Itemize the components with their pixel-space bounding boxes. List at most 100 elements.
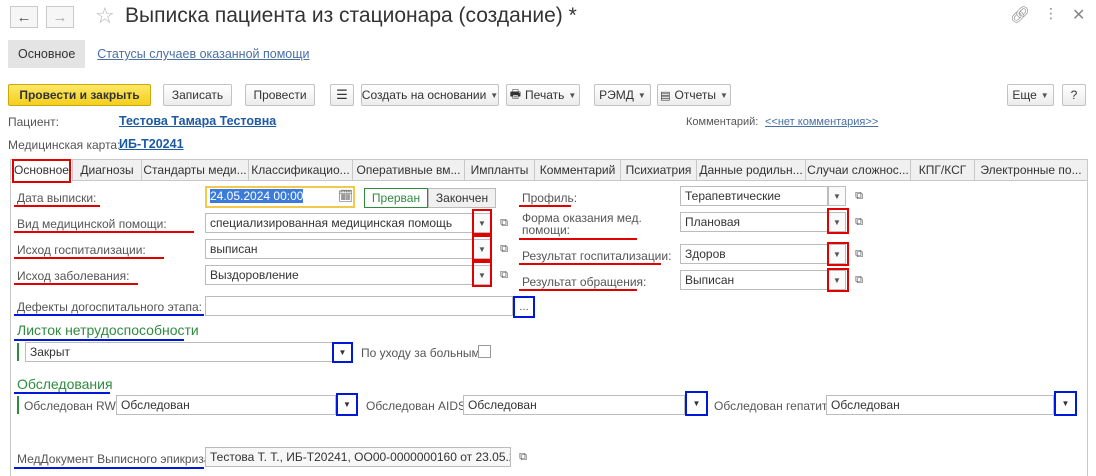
sick-leave-bar xyxy=(17,343,19,361)
profile-open[interactable]: ⧉ xyxy=(849,186,869,206)
aids-dropdown[interactable]: ▼ xyxy=(685,391,708,416)
rw-field[interactable]: Обследован xyxy=(116,395,336,415)
disease-outcome-field[interactable]: Выздоровление xyxy=(205,265,473,285)
tab-comment[interactable]: Комментарий xyxy=(534,159,620,181)
open-window-icon: ⧉ xyxy=(855,273,863,286)
list-icon: ☰ xyxy=(336,87,348,102)
back-button[interactable]: ← xyxy=(10,6,38,28)
tab-maternity[interactable]: Данные родильн... xyxy=(696,159,805,181)
save-label: Записать xyxy=(171,88,224,102)
tab-complex-cases[interactable]: Случаи сложнос... xyxy=(805,159,910,181)
section-main[interactable]: Основное xyxy=(8,40,86,68)
hosp-result-dropdown-highlight xyxy=(827,242,849,266)
tab-psychiatry[interactable]: Психиатрия xyxy=(620,159,696,181)
more-label: Еще xyxy=(1012,88,1037,102)
tab-kpg-ksg[interactable]: КПГ/КСГ xyxy=(910,159,974,181)
post-and-close-button[interactable]: Провести и закрыть xyxy=(8,84,151,106)
hepatitis-field[interactable]: Обследован xyxy=(826,395,1054,415)
profile-field[interactable]: Терапевтические xyxy=(680,186,828,206)
hosp-result-underline xyxy=(519,263,661,265)
open-window-icon: ⧉ xyxy=(855,247,863,260)
care-form-label: Форма оказания мед. помощи: xyxy=(522,212,642,236)
care-for-patient-checkbox[interactable] xyxy=(478,345,491,358)
rw-dropdown[interactable]: ▼ xyxy=(336,393,358,416)
forward-button[interactable]: → xyxy=(46,6,74,28)
section-statuses-link[interactable]: Статусы случаев оказанной помощи xyxy=(97,47,309,61)
comment-link[interactable]: <<нет комментария>> xyxy=(765,116,878,128)
finished-label: Закончен xyxy=(435,191,489,205)
profile-dropdown[interactable]: ▼ xyxy=(828,186,846,206)
post-button[interactable]: Провести xyxy=(245,84,315,106)
care-form-field[interactable]: Плановая xyxy=(680,212,828,232)
interrupted-button[interactable]: Прерван xyxy=(364,188,428,208)
reports-button[interactable]: ▤ Отчеты ▼ xyxy=(657,84,731,106)
list-button[interactable]: ☰ xyxy=(330,84,354,106)
help-label: ? xyxy=(1070,88,1078,102)
finished-button[interactable]: Закончен xyxy=(428,188,496,208)
section-bar: Основное Статусы случаев оказанной помощ… xyxy=(8,39,310,69)
meddoc-field[interactable]: Тестова Т. Т., ИБ-Т20241, ОО00-000000016… xyxy=(205,447,511,467)
calendar-icon[interactable]: 🗓︎ xyxy=(338,189,353,203)
more-icon[interactable]: ⋮ xyxy=(1044,5,1058,22)
appeal-result-field[interactable]: Выписан xyxy=(680,270,828,290)
disease-outcome-label: Исход заболевания: xyxy=(17,269,130,283)
meddoc-open[interactable]: ⧉ xyxy=(513,447,533,467)
discharge-date-field[interactable]: 24.05.2024 00:00 xyxy=(205,186,355,208)
link-icon[interactable]: 🔗︎ xyxy=(1010,5,1030,25)
hosp-outcome-field[interactable]: выписан xyxy=(205,239,473,259)
discharge-date-value: 24.05.2024 00:00 xyxy=(210,189,304,203)
print-button[interactable]: 🖶︎ Печать ▼ xyxy=(506,84,580,106)
med-card-label: Медицинская карта: xyxy=(8,138,121,152)
caret-down-icon: ▼ xyxy=(637,90,646,100)
sick-leave-dropdown[interactable]: ▼ xyxy=(332,342,353,363)
tab-diagnoses[interactable]: Диагнозы xyxy=(72,159,141,181)
hosp-outcome-label: Исход госпитализации: xyxy=(17,243,146,257)
appeal-result-open[interactable]: ⧉ xyxy=(849,270,869,290)
hepatitis-dropdown[interactable]: ▼ xyxy=(1054,391,1077,416)
caret-down-icon: ▼ xyxy=(338,348,347,357)
sick-leave-field[interactable]: Закрыт xyxy=(25,342,333,362)
report-icon: ▤ xyxy=(660,89,671,102)
hosp-result-label: Результат госпитализации: xyxy=(522,249,672,263)
caret-down-icon: ▼ xyxy=(719,90,728,100)
create-based-button[interactable]: Создать на основании ▼ xyxy=(361,84,499,106)
star-icon[interactable]: ☆ xyxy=(95,3,115,29)
disease-outcome-open[interactable]: ⧉ xyxy=(494,265,514,285)
patient-label: Пациент: xyxy=(8,115,60,129)
hosp-result-field[interactable]: Здоров xyxy=(680,244,828,264)
open-window-icon: ⧉ xyxy=(500,242,508,255)
hepatitis-label: Обследован гепатит: xyxy=(714,399,831,413)
print-label: Печать xyxy=(525,88,565,102)
create-based-label: Создать на основании xyxy=(361,88,487,102)
open-window-icon: ⧉ xyxy=(500,268,508,281)
meddoc-label: МедДокумент Выписного эпикриза: xyxy=(17,452,214,466)
care-type-label: Вид медицинской помощи: xyxy=(17,217,167,231)
med-card-link[interactable]: ИБ-Т20241 xyxy=(119,137,184,151)
examinations-title: Обследования xyxy=(17,376,113,392)
appeal-result-label: Результат обращения: xyxy=(522,275,647,289)
patient-link[interactable]: Тестова Тамара Тестовна xyxy=(119,114,276,128)
tab-classification[interactable]: Классификацио... xyxy=(248,159,352,181)
prehosp-defects-label: Дефекты догоспитального этапа: xyxy=(17,300,202,314)
prehosp-defects-select-button[interactable]: … xyxy=(513,296,535,318)
help-button[interactable]: ? xyxy=(1062,84,1086,106)
close-icon[interactable]: ✕ xyxy=(1072,5,1085,25)
appeal-result-dropdown-highlight xyxy=(827,268,849,292)
discharge-date-underline xyxy=(14,205,100,207)
save-button[interactable]: Записать xyxy=(163,84,232,106)
care-type-field[interactable]: специализированная медицинская помощь xyxy=(205,213,473,233)
sick-leave-underline xyxy=(14,339,184,341)
hosp-outcome-open[interactable]: ⧉ xyxy=(494,239,514,259)
hosp-result-open[interactable]: ⧉ xyxy=(849,244,869,264)
aids-field[interactable]: Обследован xyxy=(463,395,685,415)
tab-electronic[interactable]: Электронные по... xyxy=(974,159,1088,181)
remd-button[interactable]: РЭМД ▼ xyxy=(594,84,651,106)
profile-label: Профиль: xyxy=(522,191,578,205)
prehosp-defects-field[interactable] xyxy=(205,296,513,316)
tab-implants[interactable]: Импланты xyxy=(464,159,534,181)
tab-standards[interactable]: Стандарты меди... xyxy=(141,159,248,181)
tab-operations[interactable]: Оперативные вм... xyxy=(352,159,464,181)
care-form-open[interactable]: ⧉ xyxy=(849,212,869,232)
care-type-open[interactable]: ⧉ xyxy=(494,213,514,233)
more-button[interactable]: Еще ▼ xyxy=(1007,84,1054,106)
